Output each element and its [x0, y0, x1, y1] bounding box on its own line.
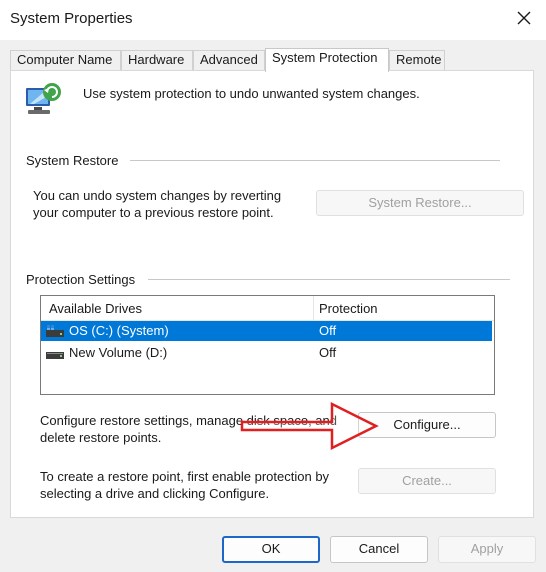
protection-settings-group-label: Protection Settings — [26, 272, 142, 287]
drive-icon — [46, 352, 64, 359]
tab-remote[interactable]: Remote — [389, 50, 445, 70]
apply-button[interactable]: Apply — [438, 536, 536, 563]
group-divider — [148, 279, 510, 280]
tab-advanced[interactable]: Advanced — [193, 50, 265, 70]
title-bar: System Properties — [0, 0, 546, 40]
column-header-protection[interactable]: Protection — [319, 301, 378, 316]
tab-hardware[interactable]: Hardware — [121, 50, 193, 70]
header-description: Use system protection to undo unwanted s… — [83, 86, 420, 101]
drive-row-d[interactable]: New Volume (D:) Off — [41, 343, 492, 363]
tab-panel — [10, 70, 534, 518]
drive-row-c[interactable]: OS (C:) (System) Off — [41, 321, 492, 341]
tab-system-protection[interactable]: System Protection — [265, 48, 389, 72]
column-header-available-drives[interactable]: Available Drives — [49, 301, 142, 316]
drive-name: OS (C:) (System) — [69, 323, 169, 338]
drive-protection-status: Off — [319, 345, 337, 360]
group-divider — [130, 160, 500, 161]
create-description: To create a restore point, first enable … — [40, 469, 330, 501]
create-button[interactable]: Create... — [358, 468, 496, 494]
drive-list[interactable]: Available Drives Protection OS (C:) (Sys… — [40, 295, 495, 395]
drive-protection-status: Off — [319, 323, 337, 338]
ok-button[interactable]: OK — [222, 536, 320, 563]
system-restore-button[interactable]: System Restore... — [316, 190, 524, 216]
configure-description: Configure restore settings, manage disk … — [40, 413, 338, 445]
window-title: System Properties — [10, 10, 133, 27]
drive-name: New Volume (D:) — [69, 345, 168, 360]
system-protection-icon — [26, 83, 61, 114]
system-restore-group-label: System Restore — [26, 153, 125, 168]
column-separator[interactable] — [313, 296, 314, 320]
close-icon[interactable] — [514, 8, 534, 28]
tab-computer-name[interactable]: Computer Name — [10, 50, 121, 70]
system-restore-description: You can undo system changes by reverting… — [33, 188, 282, 220]
system-drive-icon — [46, 325, 64, 337]
list-header: Available Drives Protection — [41, 296, 494, 321]
cancel-button[interactable]: Cancel — [330, 536, 428, 563]
configure-button[interactable]: Configure... — [358, 412, 496, 438]
